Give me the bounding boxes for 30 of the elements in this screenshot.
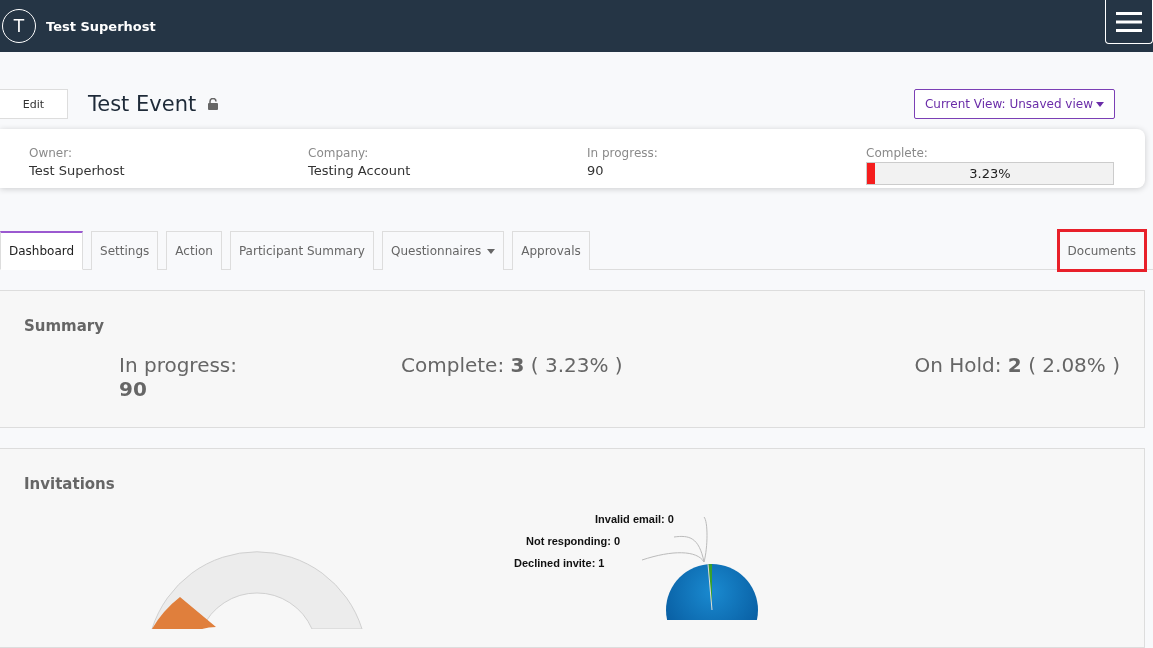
field-value: Test Superhost — [29, 163, 126, 178]
tab[interactable]: Documents — [1058, 231, 1145, 270]
pie-label: Invalid email: 0 — [595, 513, 674, 525]
tab[interactable]: Settings — [91, 231, 159, 270]
pie-label: Declined invite: 1 — [514, 557, 605, 569]
view-dropdown[interactable]: Current View: Unsaved view — [913, 89, 1115, 119]
menu-button[interactable] — [1105, 0, 1153, 44]
panel-title: Summary — [24, 317, 106, 335]
event-title: Test Event — [88, 92, 197, 116]
tab[interactable]: Participant Summary — [229, 231, 374, 270]
summary-stat: Complete: 3 ( 3.23% ) — [401, 353, 624, 379]
field-label: Complete: — [866, 146, 929, 160]
caret-icon — [1096, 101, 1104, 107]
summary-stat: In progress: 90 — [119, 353, 238, 401]
pie-label: Not responding: 0 — [526, 535, 621, 547]
field-value: 90 — [587, 163, 605, 178]
edit-button[interactable]: Edit — [0, 89, 68, 119]
field-value: Testing Account — [308, 163, 412, 178]
user-name: Test Superhost — [46, 18, 156, 34]
menu-icon — [1116, 11, 1142, 32]
tab[interactable]: Dashboard — [0, 231, 84, 270]
field-label: Owner: — [29, 146, 73, 160]
field-label: In progress: — [587, 146, 659, 160]
field-label: Company: — [308, 146, 370, 160]
tab[interactable]: Questionnaires — [381, 231, 505, 270]
tab[interactable]: Approvals — [512, 231, 590, 270]
panel-title: Invitations — [24, 475, 116, 493]
progress-value: 3.23% — [968, 165, 1012, 183]
summary-stat: On Hold: 2 ( 2.08% ) — [914, 353, 1120, 379]
tab[interactable]: Action — [166, 231, 222, 270]
